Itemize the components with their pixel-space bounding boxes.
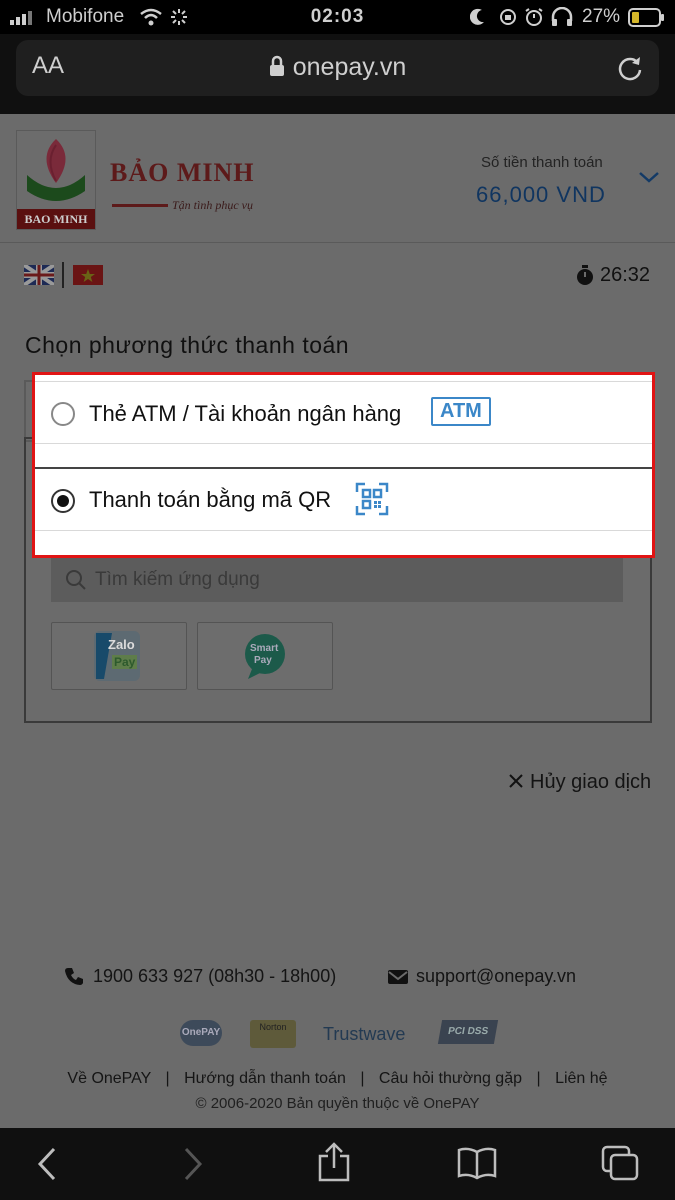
brand-logo: BAO MINH — [16, 130, 96, 230]
support-phone[interactable]: 1900 633 927 (08h30 - 18h00) — [93, 966, 336, 987]
smartpay-line2: Pay — [254, 655, 272, 666]
qr-option-label: Thanh toán bằng mã QR — [89, 487, 332, 512]
vn-flag-icon[interactable] — [73, 265, 103, 285]
timer-value: 26:32 — [600, 264, 651, 286]
cancel-transaction-link[interactable]: Hủy giao dịch — [530, 771, 651, 794]
page-content: BAO MINH BẢO MINH Tận tình phục vụ Số ti… — [0, 114, 675, 1128]
search-icon — [66, 570, 86, 590]
app-smartpay[interactable]: Smart Pay — [197, 622, 333, 690]
reload-icon[interactable] — [616, 54, 644, 82]
copyright: © 2006-2020 Bản quyền thuộc về OnePAY — [195, 1095, 480, 1112]
phone-icon — [65, 968, 83, 985]
zalopay-line2: Pay — [112, 655, 138, 669]
mail-icon — [388, 970, 408, 984]
url-text: onepay.vn — [292, 53, 407, 81]
smartpay-line1: Smart — [250, 643, 279, 654]
battery-percent: 27% — [582, 6, 621, 27]
norton-badge: Norton — [250, 1020, 296, 1048]
battery-icon — [628, 8, 664, 27]
timer-icon — [577, 265, 593, 285]
language-separator — [62, 262, 64, 288]
header-divider — [0, 242, 675, 243]
footer-link-contact[interactable]: Liên hệ — [555, 1070, 608, 1087]
trustwave-badge: Trustwave — [323, 1024, 406, 1044]
pci-badge: PCI DSS — [437, 1020, 499, 1044]
footer-link-faq[interactable]: Câu hỏi thường gặp — [379, 1070, 522, 1087]
lock-icon — [269, 55, 284, 76]
amount-label: Số tiền thanh toán — [481, 154, 603, 171]
footer-links: Về OnePAY | Hướng dẫn thanh toán | Câu h… — [67, 1070, 608, 1087]
back-icon[interactable] — [34, 1146, 60, 1182]
lotus-logo-icon — [27, 139, 85, 201]
option-qr[interactable]: Thanh toán bằng mã QR — [35, 467, 652, 531]
atm-option-label: Thẻ ATM / Tài khoản ngân hàng — [89, 401, 402, 426]
option-atm-divider — [35, 443, 652, 444]
logo-caption: BAO MINH — [17, 209, 95, 229]
alarm-icon — [525, 8, 543, 26]
onepay-badge: OnePAY — [180, 1020, 222, 1046]
zalopay-line1: Zalo — [108, 637, 135, 652]
option-qr-divider — [35, 530, 652, 531]
app-zalopay[interactable]: Zalo Pay — [51, 622, 187, 690]
url-field[interactable]: onepay.vn — [16, 53, 659, 82]
browser-toolbar — [0, 1128, 675, 1200]
payment-options-highlight: Thẻ ATM / Tài khoản ngân hàng ATM Thanh … — [32, 372, 655, 558]
brand-underline — [112, 204, 168, 207]
payment-method-title: Chọn phương thức thanh toán — [25, 332, 350, 358]
browser-address-area: AA onepay.vn — [0, 34, 675, 114]
footer-link-guide[interactable]: Hướng dẫn thanh toán — [184, 1070, 346, 1087]
rotation-lock-icon — [500, 9, 516, 25]
share-icon[interactable] — [316, 1140, 352, 1184]
option-atm[interactable]: Thẻ ATM / Tài khoản ngân hàng ATM — [35, 381, 652, 443]
bookmarks-icon[interactable] — [456, 1146, 498, 1180]
moon-icon — [470, 8, 484, 25]
footer-link-about[interactable]: Về OnePAY — [67, 1070, 151, 1087]
uk-flag-icon[interactable] — [24, 265, 54, 285]
qr-code-icon — [355, 482, 389, 516]
app-search-input[interactable]: Tìm kiếm ứng dụng — [51, 558, 623, 602]
forward-icon[interactable] — [180, 1146, 206, 1182]
tabs-icon[interactable] — [600, 1144, 640, 1182]
qr-radio[interactable] — [51, 489, 75, 513]
amount-value: 66,000 VND — [476, 182, 606, 207]
status-bar: Mobifone 02:03 27% — [0, 0, 675, 34]
brand-name: BẢO MINH — [110, 158, 255, 187]
chevron-down-icon[interactable] — [638, 170, 660, 184]
search-placeholder: Tìm kiếm ứng dụng — [95, 569, 260, 590]
support-email[interactable]: support@onepay.vn — [416, 966, 576, 987]
brand-tagline: Tận tình phục vụ — [172, 198, 253, 212]
close-icon[interactable] — [508, 773, 524, 789]
headphones-icon — [551, 7, 573, 26]
address-bar[interactable]: AA onepay.vn — [16, 40, 659, 96]
atm-badge: ATM — [431, 397, 491, 426]
atm-radio[interactable] — [51, 402, 75, 426]
